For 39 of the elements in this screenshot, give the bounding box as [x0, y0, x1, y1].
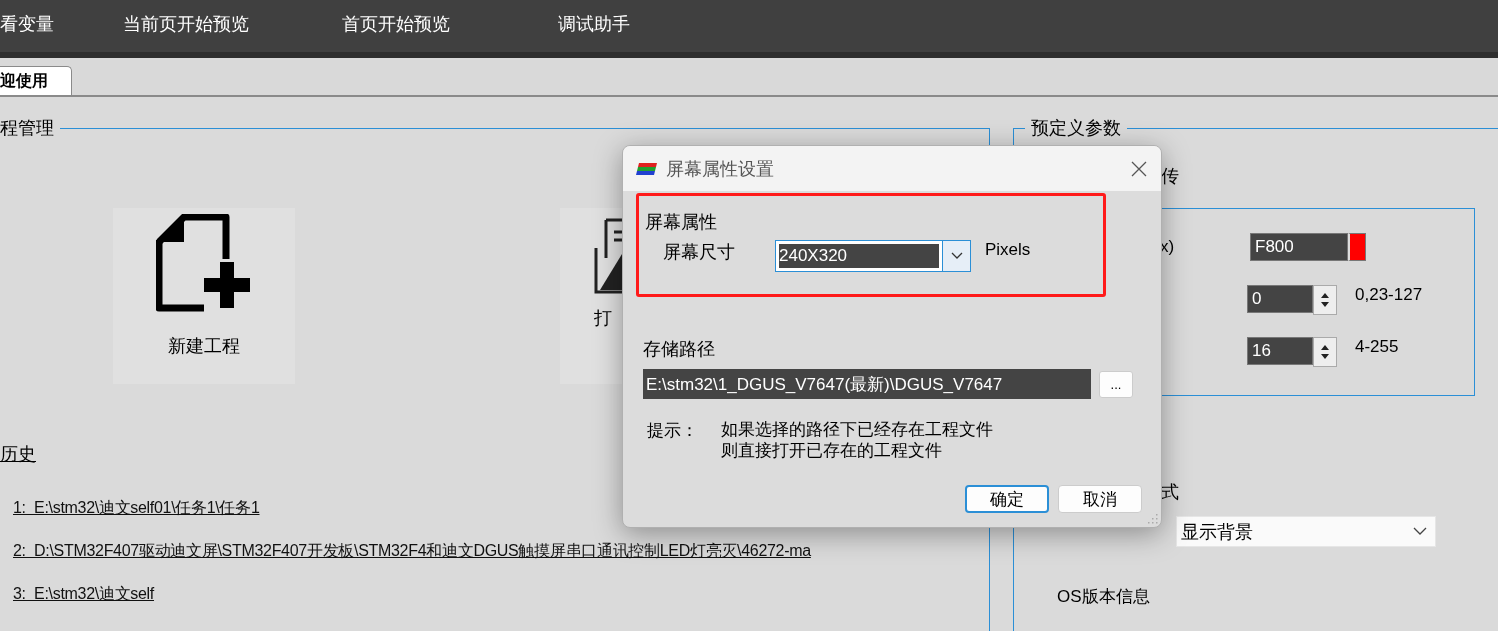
history-link[interactable]: 2: D:\STM32F407驱动迪文屏\STM32F407开发板\STM32F4和迪文DGUS触摸屏串口通讯控制LED灯亮灭\46272-ma [13, 541, 811, 562]
dialog-title: 屏幕属性设置 [666, 157, 775, 181]
hint-text: 如果选择的路径下已经存在工程文件 [721, 419, 993, 440]
field-label: 传 [1161, 165, 1179, 188]
browse-button[interactable]: ... [1099, 370, 1133, 398]
field-label: 屏幕尺寸 [663, 241, 735, 264]
dialog-button[interactable]: 确定 [965, 485, 1049, 513]
chevron-down-icon [1413, 527, 1427, 536]
range-hint: 4-255 [1355, 337, 1399, 357]
unit-label: Pixels [985, 240, 1031, 260]
history-title: 历史 [0, 443, 36, 466]
dialog-button[interactable]: 取消 [1058, 485, 1142, 513]
field-label: OS版本信息 [1057, 586, 1150, 608]
document-stack-icon [594, 218, 622, 294]
mode-select[interactable]: 显示背景 [1176, 516, 1436, 547]
history-link[interactable]: 3: E:\stm32\迪文self [13, 584, 154, 605]
path-field[interactable]: E:\stm32\1_DGUS_V7647(最新)\DGUS_V7647 [643, 369, 1091, 399]
new-file-icon [156, 214, 252, 312]
menu-item[interactable]: 调试助手 [558, 12, 1498, 40]
range-hint: 0,23-127 [1355, 285, 1423, 305]
group-title: 程管理 [0, 117, 55, 140]
open-project-tile[interactable]: 打 [560, 208, 622, 384]
menu-item[interactable]: 当前页开始预览 [123, 12, 342, 40]
field-label: 式 [1161, 481, 1179, 504]
resize-grip-icon[interactable] [1146, 512, 1158, 524]
close-icon [1131, 160, 1147, 177]
history-link[interactable]: 1: E:\stm32\迪文self01\任务1\任务1 [13, 498, 260, 519]
hint-text: 则直接打开已存在的工程文件 [721, 440, 943, 461]
tab[interactable]: 迎使用 [0, 66, 72, 95]
new-project-tile[interactable]: 新建工程 [113, 208, 295, 384]
field-label: 存储路径 [643, 338, 715, 361]
color-field[interactable]: F800 [1250, 233, 1474, 261]
size-dropdown[interactable]: 240X320 [775, 240, 971, 272]
menu-item[interactable]: 看变量 [0, 12, 123, 40]
hint-label: 提示： [647, 420, 699, 442]
section-title: 屏幕属性 [645, 211, 717, 234]
group-title: 预定义参数 [1030, 117, 1122, 140]
menu-item[interactable]: 首页开始预览 [342, 12, 558, 40]
chevron-down-icon [950, 252, 963, 260]
